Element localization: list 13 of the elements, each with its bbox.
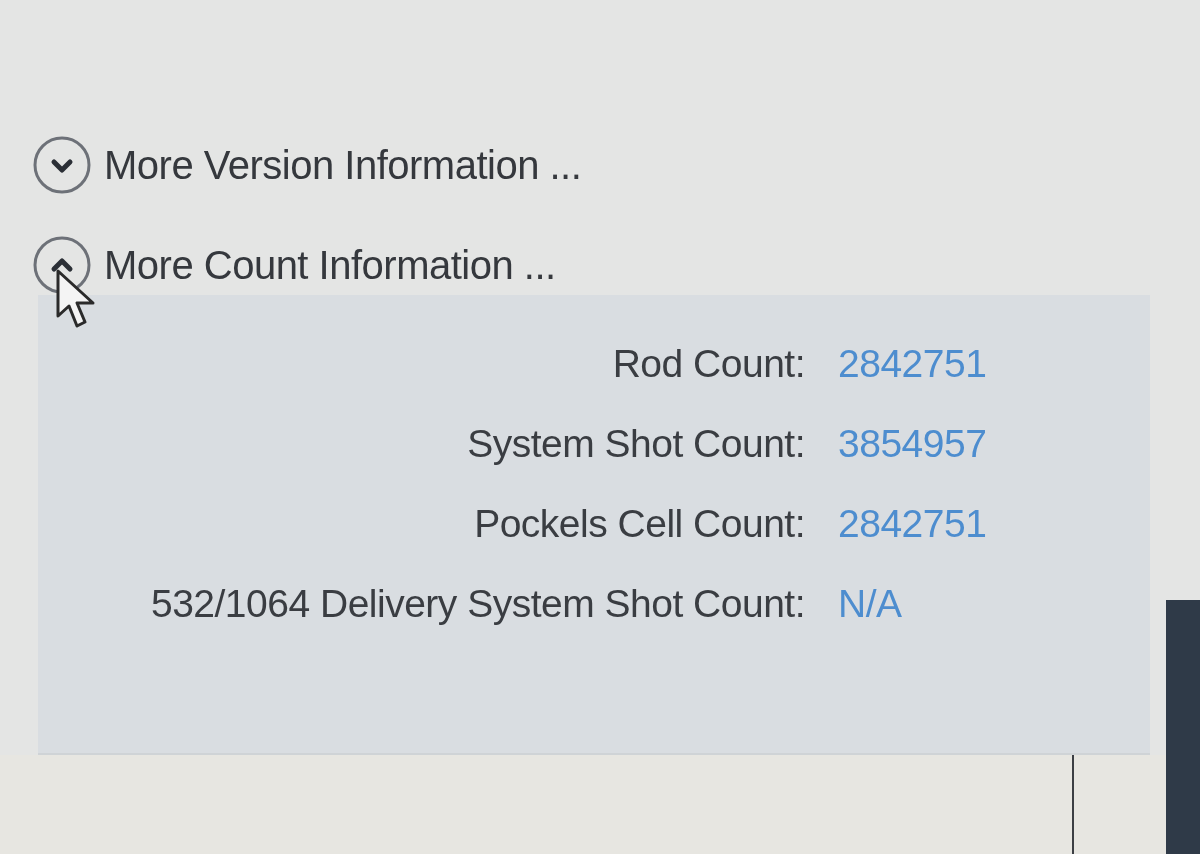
field-value: 2842751 xyxy=(837,341,987,387)
field-label: Rod Count: xyxy=(611,341,805,387)
field-value: 3854957 xyxy=(837,421,987,467)
field-label: Pockels Cell Count: xyxy=(473,501,805,547)
field-label: 532/1064 Delivery System Shot Count: xyxy=(149,581,805,627)
field-label: System Shot Count: xyxy=(466,421,805,467)
field-value: 2842751 xyxy=(837,501,987,547)
chevron-down-icon xyxy=(32,135,92,195)
field-value: N/A xyxy=(837,581,902,627)
section-header[interactable]: More Count Information ... xyxy=(32,235,556,295)
section-header[interactable]: More Version Information ... xyxy=(32,135,582,195)
cursor-icon xyxy=(55,268,97,330)
chevron-up-icon xyxy=(32,235,92,295)
